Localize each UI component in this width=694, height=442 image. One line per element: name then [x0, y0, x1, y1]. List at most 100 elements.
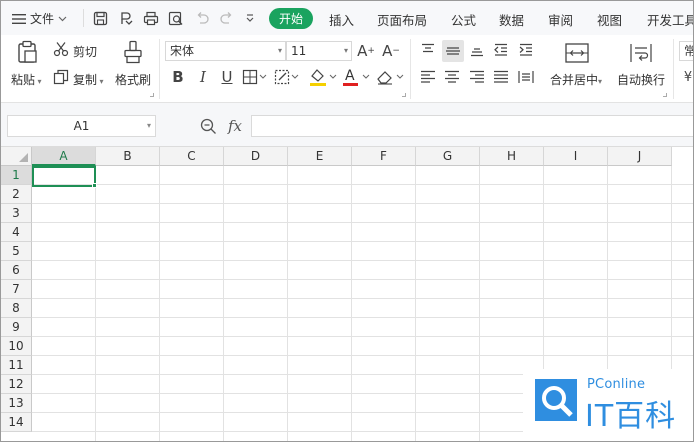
clear-format-icon[interactable]: [375, 67, 405, 87]
paste-button[interactable]: 粘贴 ▾: [11, 71, 42, 88]
hamburger-icon: [12, 13, 26, 24]
row-header-1[interactable]: 1: [1, 166, 32, 185]
column-header-d[interactable]: D: [224, 147, 288, 166]
column-header-j[interactable]: J: [608, 147, 672, 166]
redo-icon[interactable]: [217, 9, 235, 27]
row-header-6[interactable]: 6: [1, 261, 32, 280]
row-header-8[interactable]: 8: [1, 299, 32, 318]
tab-data[interactable]: 数据: [499, 10, 524, 29]
row-header-12[interactable]: 12: [1, 375, 32, 394]
distributed-align-icon[interactable]: [516, 67, 536, 87]
gridline: [32, 336, 693, 337]
row-header-3[interactable]: 3: [1, 204, 32, 223]
column-header-f[interactable]: F: [352, 147, 416, 166]
chevron-down-icon: ▾: [146, 121, 151, 130]
currency-icon[interactable]: ¥: [681, 69, 693, 85]
gridline: [32, 184, 693, 185]
increase-font-icon[interactable]: A +: [356, 41, 376, 61]
gridline: [32, 355, 693, 356]
formula-input[interactable]: [251, 115, 693, 137]
merge-center-icon[interactable]: [563, 41, 591, 65]
column-header-e[interactable]: E: [288, 147, 352, 166]
tab-insert[interactable]: 插入: [329, 10, 354, 29]
cell-style-icon[interactable]: [274, 68, 300, 86]
row-header-13[interactable]: 13: [1, 394, 32, 413]
zoom-search-icon[interactable]: [199, 117, 217, 135]
fill-handle[interactable]: [92, 183, 97, 188]
column-header-c[interactable]: C: [160, 147, 224, 166]
column-header-h[interactable]: H: [480, 147, 544, 166]
save-icon[interactable]: [91, 9, 109, 27]
column-header-b[interactable]: B: [96, 147, 160, 166]
tab-label: 开始: [278, 12, 303, 26]
decrease-font-icon[interactable]: A −: [381, 41, 401, 61]
row-header-5[interactable]: 5: [1, 242, 32, 261]
customize-toolbar-icon[interactable]: [241, 9, 259, 27]
increase-indent-icon[interactable]: [516, 40, 536, 60]
clipboard-group-launcher[interactable]: [150, 93, 154, 97]
format-painter-button[interactable]: 格式刷: [115, 71, 151, 88]
insert-function-button[interactable]: fx: [225, 115, 245, 137]
fill-color-icon[interactable]: [308, 66, 338, 88]
wrap-text-icon[interactable]: [627, 41, 655, 65]
bold-button[interactable]: B: [169, 67, 187, 87]
pconline-watermark: PConline IT百科: [523, 369, 693, 441]
column-header-g[interactable]: G: [416, 147, 480, 166]
font-size-select[interactable]: 11 ▾: [286, 41, 352, 61]
print-icon[interactable]: [142, 9, 160, 27]
gridline: [32, 241, 693, 242]
gridline: [95, 166, 96, 441]
row-header-14[interactable]: 14: [1, 413, 32, 432]
borders-icon[interactable]: [242, 68, 268, 86]
gridline: [223, 166, 224, 441]
wps-spreadsheet-window: 文件 开始 插入 页面布局 公式 数据 审阅 视图 开发工具 粘贴 ▾ 剪切 复…: [0, 0, 694, 442]
justify-icon[interactable]: [491, 67, 511, 87]
row-header-2[interactable]: 2: [1, 185, 32, 204]
selected-cell-a1[interactable]: [32, 166, 97, 188]
row-header-4[interactable]: 4: [1, 223, 32, 242]
tab-view[interactable]: 视图: [597, 10, 622, 29]
paste-icon[interactable]: [15, 39, 39, 65]
watermark-site: PConline: [587, 377, 646, 392]
gridline: [479, 166, 480, 441]
align-middle-icon[interactable]: [442, 40, 464, 62]
align-right-icon[interactable]: [467, 67, 487, 87]
merge-center-button[interactable]: 合并居中▾: [550, 71, 602, 88]
tab-home[interactable]: 开始: [269, 8, 313, 29]
font-group-launcher[interactable]: [402, 93, 406, 97]
print-preview-icon[interactable]: [167, 9, 185, 27]
gridline: [351, 166, 352, 441]
select-all-corner[interactable]: [1, 147, 32, 166]
tab-developer[interactable]: 开发工具: [647, 10, 693, 29]
export-pdf-icon[interactable]: [117, 9, 135, 27]
tab-review[interactable]: 审阅: [548, 10, 573, 29]
column-header-i[interactable]: I: [544, 147, 608, 166]
row-header-10[interactable]: 10: [1, 337, 32, 356]
tab-formulas[interactable]: 公式: [451, 10, 476, 29]
copy-button[interactable]: 复制 ▾: [73, 71, 104, 88]
decrease-indent-icon[interactable]: [491, 40, 511, 60]
format-painter-icon[interactable]: [121, 39, 145, 65]
font-color-icon[interactable]: A: [341, 66, 371, 88]
row-header-9[interactable]: 9: [1, 318, 32, 337]
tab-page-layout[interactable]: 页面布局: [377, 10, 427, 29]
alignment-group-launcher[interactable]: [663, 93, 667, 97]
align-center-icon[interactable]: [442, 67, 462, 87]
cut-icon[interactable]: [53, 41, 69, 57]
wrap-text-button[interactable]: 自动换行: [617, 71, 665, 88]
number-format-select[interactable]: 常: [679, 41, 693, 61]
cut-button[interactable]: 剪切: [73, 43, 97, 60]
row-header-7[interactable]: 7: [1, 280, 32, 299]
font-name-select[interactable]: 宋体 ▾: [165, 41, 286, 61]
name-box[interactable]: A1 ▾: [7, 115, 156, 137]
align-top-icon[interactable]: [418, 40, 438, 60]
column-header-a[interactable]: A: [32, 147, 96, 166]
copy-icon[interactable]: [53, 69, 69, 85]
align-bottom-icon[interactable]: [467, 40, 487, 60]
undo-icon[interactable]: [193, 9, 211, 27]
underline-button[interactable]: U: [218, 67, 236, 87]
row-header-11[interactable]: 11: [1, 356, 32, 375]
file-menu-button[interactable]: 文件: [12, 10, 67, 27]
align-left-icon[interactable]: [418, 67, 438, 87]
italic-button[interactable]: I: [194, 67, 212, 87]
